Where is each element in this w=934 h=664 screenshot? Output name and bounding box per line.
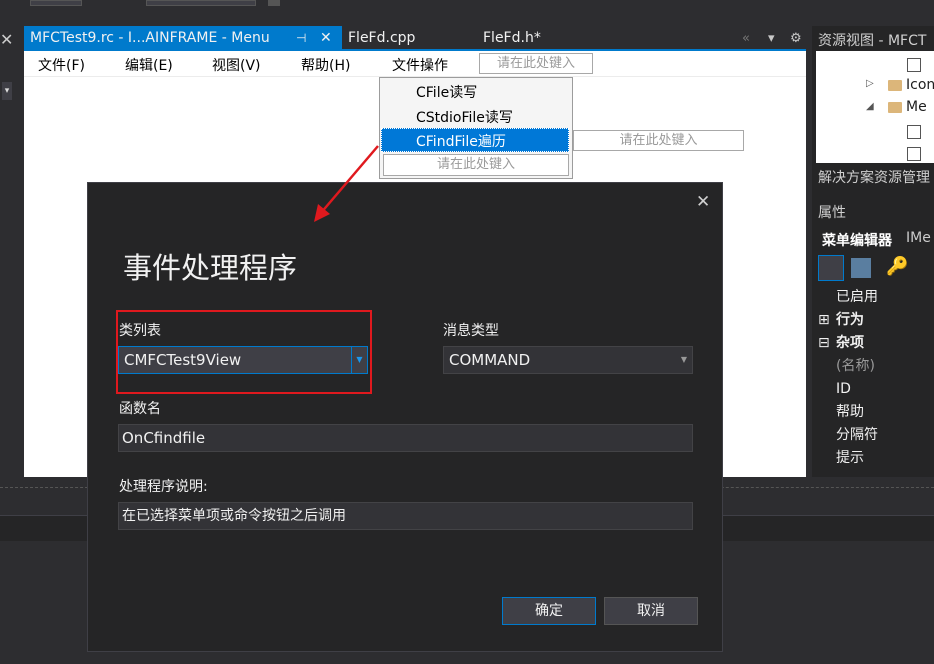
menu-bar: 文件(F) 编辑(E) 视图(V) 帮助(H) 文件操作 请在此处键入 [24,51,806,77]
dropdown-type-here-field[interactable]: 请在此处键入 [383,154,569,176]
dropdown-item-cfile[interactable]: CFile读写 [416,82,477,102]
property-enabled[interactable]: 已启用 [816,286,934,309]
chevron-down-icon[interactable]: ▼ [676,347,692,373]
menu-edit[interactable]: 编辑(E) [125,55,173,75]
toolbar-separator [268,0,280,6]
close-icon[interactable]: ✕ [0,30,13,49]
property-name[interactable]: (名称) [816,355,934,378]
expand-icon[interactable]: ⊞ [818,309,830,332]
menu-file-operations[interactable]: 文件操作 [392,55,448,75]
tab-label: FleFd.cpp [348,30,416,46]
gear-icon[interactable]: ⚙ [790,26,802,51]
tab-flefd-h[interactable]: FleFd.h* [477,26,597,51]
dialog-title: 事件处理程序 [123,251,298,285]
message-type-combo[interactable]: COMMAND ▼ [443,346,693,374]
collapse-arrow-icon[interactable]: ◢ [866,101,874,112]
resource-file-icon [907,54,921,73]
dropdown-item-cfindfile-selected[interactable]: CFindFile遍历 [381,128,569,152]
wrench-icon[interactable]: 🔑 [886,256,908,277]
properties-object-type: IMe [906,230,931,246]
pin-icon[interactable]: ⊣ [296,26,306,51]
property-category-misc[interactable]: ⊟ 杂项 [816,332,934,355]
tree-item-menu-folder[interactable]: Me [888,99,927,115]
left-panel-edge: ✕ ▾ [0,26,18,476]
submenu-type-here-field[interactable]: 请在此处键入 [573,130,744,151]
tree-item-icon-folder[interactable]: Icon [888,77,934,93]
resource-view-title[interactable]: 资源视图 - MFCT [818,30,926,50]
property-prompt[interactable]: 提示 [816,447,934,470]
folder-open-icon [888,101,902,113]
expand-arrow-icon[interactable]: ▷ [866,78,874,89]
description-field[interactable]: 在已选择菜单项或命令按钮之后调用 [118,502,693,530]
menu-resource-icon[interactable] [907,121,921,140]
tab-menu-editor[interactable]: MFCTest9.rc - I...AINFRAME - Menu ⊣ ✕ [24,26,342,51]
menu-view[interactable]: 视图(V) [212,55,261,75]
function-name-label: 函数名 [119,401,161,417]
tab-flefd-cpp[interactable]: FleFd.cpp [342,26,462,51]
properties-object-name[interactable]: 菜单编辑器 [822,230,892,250]
document-tab-row: MFCTest9.rc - I...AINFRAME - Menu ⊣ ✕ Fl… [24,26,810,51]
collapse-icon[interactable]: ⊟ [818,332,830,355]
scroll-left-icon[interactable]: « [742,26,750,51]
close-icon[interactable]: ✕ [320,26,332,51]
properties-title: 属性 [818,205,846,221]
toolbar-button[interactable] [30,0,82,6]
property-separator[interactable]: 分隔符 [816,424,934,447]
property-category-behavior[interactable]: ⊞ 行为 [816,309,934,332]
property-help[interactable]: 帮助 [816,401,934,424]
dropdown-item-label: CFindFile遍历 [416,134,506,150]
dropdown-item-cstdiofile[interactable]: CStdioFile读写 [416,107,513,127]
menu-help[interactable]: 帮助(H) [301,55,350,75]
ok-button[interactable]: 确定 [502,597,596,625]
tab-label: MFCTest9.rc - I...AINFRAME - Menu [30,30,270,46]
annotation-arrow [314,145,379,222]
menu-resource-icon[interactable] [907,143,921,162]
message-type-value: COMMAND [449,351,531,369]
menu-file[interactable]: 文件(F) [38,55,85,75]
tab-label: FleFd.h* [483,30,541,46]
function-name-field[interactable]: OnCfindfile [118,424,693,452]
tab-overflow-icon[interactable]: ▾ [768,26,775,51]
solution-explorer-tab[interactable]: 解决方案资源管理 [818,167,930,187]
events-view-icon[interactable] [851,258,871,278]
close-icon[interactable]: ✕ [696,192,710,212]
categorized-view-icon[interactable] [818,255,844,281]
annotation-highlight-box [116,310,372,394]
cancel-button[interactable]: 取消 [604,597,698,625]
top-toolbar-strip [0,0,934,26]
chevron-down-icon[interactable]: ▾ [2,82,12,100]
toolbar-button[interactable] [146,0,256,6]
property-id[interactable]: ID [816,378,934,401]
description-label: 处理程序说明: [119,479,208,495]
menubar-type-here-field[interactable]: 请在此处键入 [479,53,593,74]
folder-icon [888,79,902,91]
message-type-label: 消息类型 [443,323,499,339]
